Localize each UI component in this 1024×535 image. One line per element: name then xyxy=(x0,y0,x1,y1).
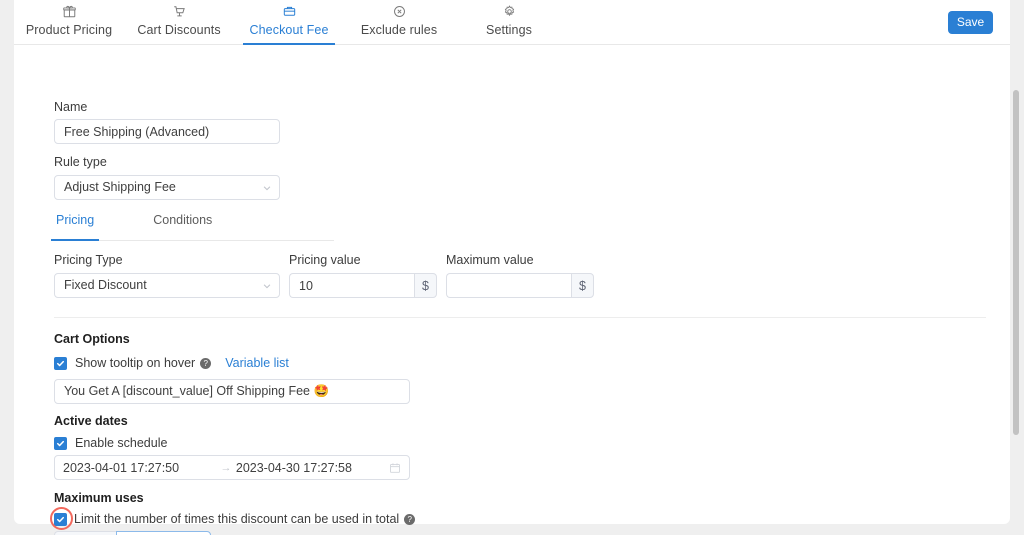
pricing-type-value: Fixed Discount xyxy=(64,278,147,292)
maximum-uses-title: Maximum uses xyxy=(54,491,144,505)
tab-pricing[interactable]: Pricing xyxy=(50,213,100,241)
nav-tab-label: Settings xyxy=(486,23,532,37)
scrollbar-thumb[interactable] xyxy=(1013,90,1019,435)
enable-schedule-label: Enable schedule xyxy=(75,436,168,450)
nav-tab-exclude-rules[interactable]: Exclude rules xyxy=(344,0,454,45)
sub-tabs: Pricing Conditions xyxy=(50,213,334,241)
maximum-value-group: $ xyxy=(446,273,594,298)
calendar-icon xyxy=(389,462,401,474)
nav-tab-cart-discounts[interactable]: Cart Discounts xyxy=(124,0,234,45)
chevron-down-icon xyxy=(262,274,272,297)
show-tooltip-label: Show tooltip on hover xyxy=(75,356,196,370)
nav-tab-label: Exclude rules xyxy=(360,23,438,37)
rule-type-value: Adjust Shipping Fee xyxy=(64,180,176,194)
nav-tab-label: Product Pricing xyxy=(25,23,113,37)
cart-options-title: Cart Options xyxy=(54,332,130,346)
nav-items-container: Product Pricing Cart Discounts Checkout … xyxy=(14,0,564,45)
show-tooltip-checkbox[interactable] xyxy=(54,356,67,370)
used-count-group: Used 0/ xyxy=(54,531,212,535)
date-range-picker[interactable]: 2023-04-01 17:27:50 → 2023-04-30 17:27:5… xyxy=(54,455,410,480)
currency-addon: $ xyxy=(571,273,594,298)
nav-tab-checkout-fee[interactable]: Checkout Fee xyxy=(234,0,344,45)
help-icon[interactable]: ? xyxy=(404,513,416,525)
cart-icon xyxy=(173,5,186,19)
chevron-down-icon xyxy=(262,176,272,199)
limit-uses-label: Limit the number of times this discount … xyxy=(74,512,400,526)
nav-tab-settings[interactable]: Settings xyxy=(454,0,564,45)
save-button[interactable]: Save xyxy=(948,11,993,34)
pricing-type-select[interactable]: Fixed Discount xyxy=(54,273,280,298)
pricing-type-label: Pricing Type xyxy=(54,253,123,267)
date-range-end: 2023-04-30 17:27:58 xyxy=(235,460,352,475)
date-range-separator: → xyxy=(220,461,232,474)
rule-type-label: Rule type xyxy=(54,155,107,169)
enable-schedule-checkbox[interactable] xyxy=(54,436,67,450)
show-tooltip-checkbox-row: Show tooltip on hover ? Variable list xyxy=(54,356,289,370)
help-icon[interactable]: ? xyxy=(200,357,212,369)
maximum-uses-input[interactable] xyxy=(116,531,212,535)
limit-uses-checkbox[interactable] xyxy=(54,512,67,526)
maximum-value-label: Maximum value xyxy=(446,253,534,267)
enable-schedule-checkbox-row: Enable schedule xyxy=(54,436,167,450)
nav-tab-product-pricing[interactable]: Product Pricing xyxy=(14,0,124,45)
name-label: Name xyxy=(54,100,88,114)
name-input[interactable] xyxy=(54,119,280,144)
variable-list-link[interactable]: Variable list xyxy=(225,356,289,370)
maximum-value-input[interactable] xyxy=(446,273,571,298)
active-dates-title: Active dates xyxy=(54,414,128,428)
gear-icon xyxy=(503,5,516,19)
pricing-value-input[interactable] xyxy=(289,273,414,298)
date-range-start: 2023-04-01 17:27:50 xyxy=(63,460,180,475)
nav-tab-label: Checkout Fee xyxy=(249,23,329,37)
top-navigation-bar: Product Pricing Cart Discounts Checkout … xyxy=(14,0,1010,45)
used-count-prefix: Used 0/ xyxy=(54,531,117,535)
tooltip-text-input[interactable] xyxy=(54,379,410,404)
exclude-circle-icon xyxy=(393,5,406,19)
pricing-value-group: $ xyxy=(289,273,437,298)
rule-type-select[interactable]: Adjust Shipping Fee xyxy=(54,175,280,200)
pricing-value-label: Pricing value xyxy=(289,253,361,267)
tab-conditions[interactable]: Conditions xyxy=(151,213,214,240)
nav-tab-label: Cart Discounts xyxy=(137,23,221,37)
gift-icon xyxy=(62,5,76,19)
checkout-icon xyxy=(283,5,296,19)
limit-uses-checkbox-row: Limit the number of times this discount … xyxy=(54,512,416,526)
main-content-card: Name Rule type Adjust Shipping Fee Prici… xyxy=(14,45,1010,535)
section-divider xyxy=(54,317,986,318)
left-gutter xyxy=(0,0,14,535)
currency-addon: $ xyxy=(414,273,437,298)
app-root: Product Pricing Cart Discounts Checkout … xyxy=(0,0,1024,535)
